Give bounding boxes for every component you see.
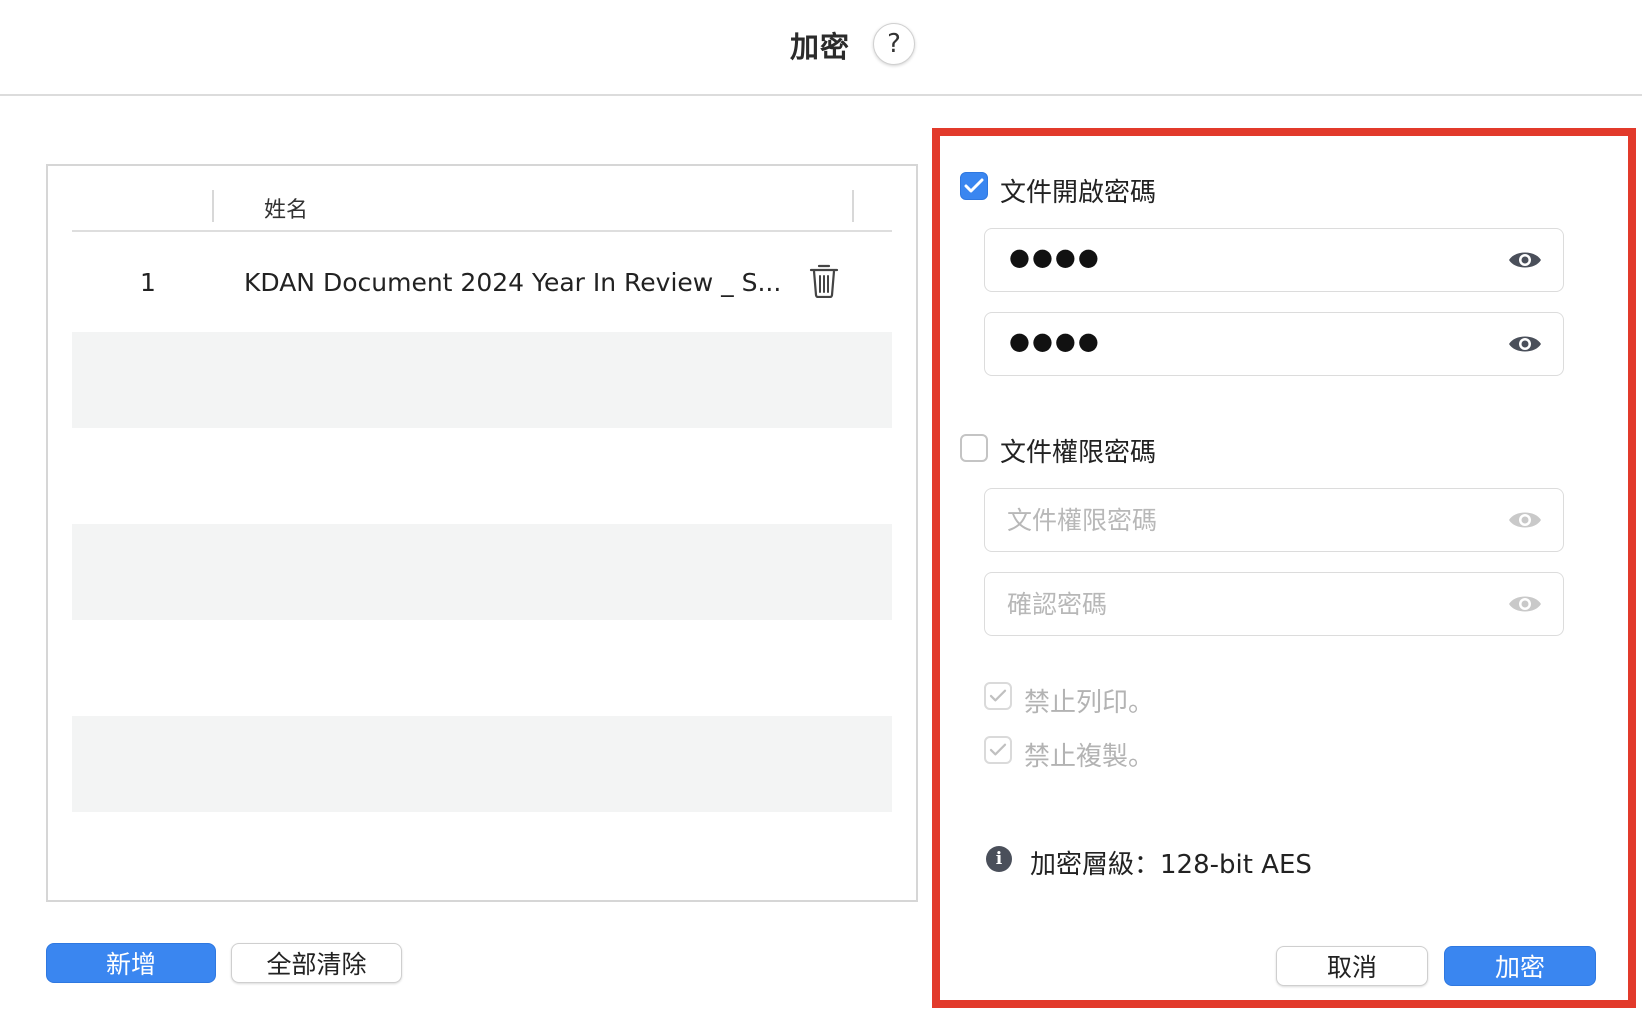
open-password-field[interactable]: ●●●● bbox=[984, 228, 1564, 292]
no-print-checkbox[interactable] bbox=[984, 682, 1012, 710]
file-list: 姓名 1 KDAN Document 2024 Year In Review _… bbox=[46, 164, 918, 902]
empty-row bbox=[72, 618, 892, 714]
table-row[interactable]: 1 KDAN Document 2024 Year In Review _ S.… bbox=[72, 238, 892, 334]
eye-icon[interactable] bbox=[1507, 591, 1543, 617]
permission-confirm-field[interactable] bbox=[984, 572, 1564, 636]
permission-password-field[interactable] bbox=[984, 488, 1564, 552]
permission-password-checkbox[interactable] bbox=[960, 434, 988, 462]
info-icon: i bbox=[986, 846, 1012, 872]
column-separator[interactable] bbox=[852, 190, 854, 222]
encrypt-button[interactable]: 加密 bbox=[1444, 946, 1596, 986]
check-icon bbox=[989, 689, 1007, 702]
permission-password-input[interactable] bbox=[1007, 499, 1487, 541]
eye-icon[interactable] bbox=[1507, 331, 1543, 357]
empty-row bbox=[72, 716, 892, 812]
empty-row bbox=[72, 332, 892, 428]
column-separator[interactable] bbox=[212, 190, 214, 222]
clear-all-button[interactable]: 全部清除 bbox=[231, 943, 402, 983]
dialog-title: 加密 bbox=[790, 30, 851, 64]
check-icon bbox=[964, 178, 984, 193]
no-copy-label: 禁止複製。 bbox=[1024, 742, 1155, 772]
dialog-titlebar: 加密 ? bbox=[0, 0, 1642, 96]
password-mask: ●●●● bbox=[1009, 243, 1101, 271]
add-button[interactable]: 新增 bbox=[46, 943, 216, 983]
no-copy-checkbox[interactable] bbox=[984, 736, 1012, 764]
list-header: 姓名 bbox=[72, 188, 892, 232]
check-icon bbox=[989, 743, 1007, 756]
help-icon: ? bbox=[887, 29, 901, 59]
encryption-level-text: 加密層級：128-bit AES bbox=[1030, 850, 1312, 880]
help-button[interactable]: ? bbox=[873, 23, 915, 65]
file-name: KDAN Document 2024 Year In Review _ S... bbox=[244, 268, 782, 297]
eye-icon[interactable] bbox=[1507, 507, 1543, 533]
row-index: 1 bbox=[140, 268, 156, 297]
open-password-label[interactable]: 文件開啟密碼 bbox=[1000, 172, 1156, 209]
password-mask: ●●●● bbox=[1009, 327, 1101, 355]
empty-row bbox=[72, 524, 892, 620]
eye-icon[interactable] bbox=[1507, 247, 1543, 273]
permission-password-label[interactable]: 文件權限密碼 bbox=[1000, 432, 1156, 469]
open-password-checkbox[interactable] bbox=[960, 172, 988, 200]
permission-confirm-input[interactable] bbox=[1007, 583, 1487, 625]
open-password-confirm-field[interactable]: ●●●● bbox=[984, 312, 1564, 376]
encryption-settings-panel: 文件開啟密碼 ●●●● ●●●● 文件權限密碼 禁止列印。 禁止複製。 i 加密… bbox=[932, 128, 1636, 1008]
empty-row bbox=[72, 422, 892, 518]
no-print-label: 禁止列印。 bbox=[1024, 688, 1155, 718]
column-header-name[interactable]: 姓名 bbox=[264, 192, 308, 224]
trash-icon[interactable] bbox=[808, 262, 840, 298]
cancel-button[interactable]: 取消 bbox=[1276, 946, 1428, 986]
